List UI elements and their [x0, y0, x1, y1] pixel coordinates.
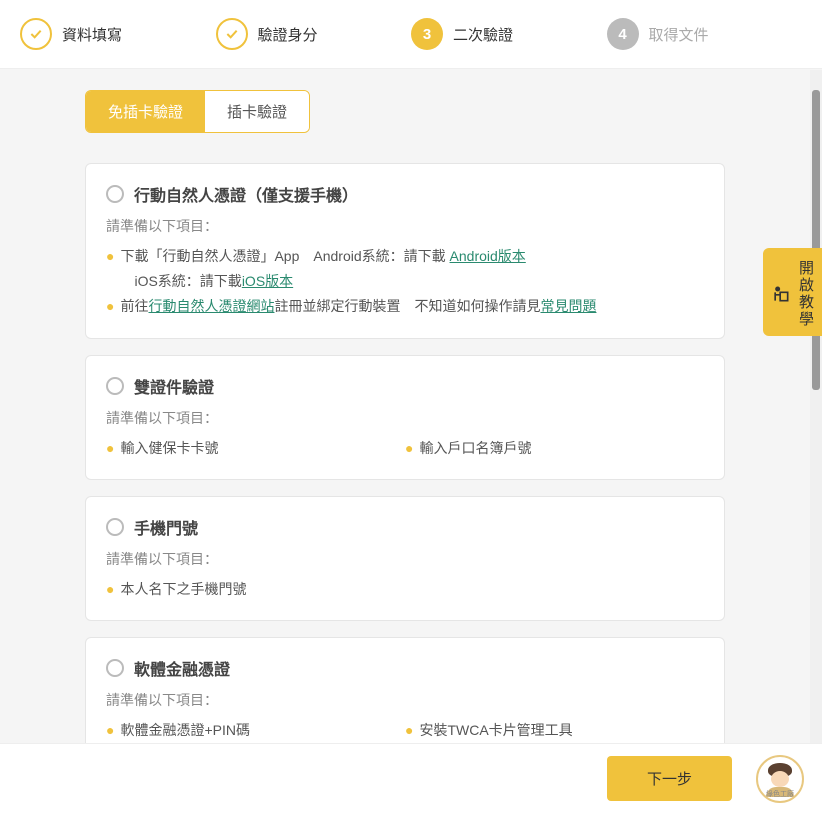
bullet-icon: ● [106, 436, 114, 461]
verify-tabs: 免插卡驗證 插卡驗證 [85, 90, 310, 133]
prepare-label: 請準備以下項目： [106, 549, 704, 569]
step-1: 資料填寫 [20, 18, 216, 50]
prepare-label: 請準備以下項目： [106, 690, 704, 710]
radio-icon[interactable] [106, 377, 124, 395]
assistant-avatar[interactable]: 綠色工廠 [756, 755, 804, 803]
radio-icon[interactable] [106, 185, 124, 203]
step-4-number: 4 [607, 18, 639, 50]
step-4: 4 取得文件 [607, 18, 803, 50]
bullet-icon: ● [106, 244, 114, 269]
radio-icon[interactable] [106, 518, 124, 536]
footer: 下一步 [0, 743, 822, 813]
scrollbar-thumb[interactable] [812, 90, 820, 390]
bullet-icon: ● [106, 718, 114, 743]
tab-no-card[interactable]: 免插卡驗證 [86, 91, 205, 132]
step-2: 驗證身分 [216, 18, 412, 50]
link-android[interactable]: Android版本 [450, 248, 526, 264]
option-phone[interactable]: 手機門號 請準備以下項目： ●本人名下之手機門號 [85, 496, 725, 621]
step-3-number: 3 [411, 18, 443, 50]
bullet-icon: ● [405, 436, 413, 461]
prepare-label: 請準備以下項目： [106, 408, 704, 428]
check-icon [216, 18, 248, 50]
page-scrollbar[interactable] [810, 70, 822, 743]
link-faq[interactable]: 常見問題 [540, 298, 596, 314]
next-button[interactable]: 下一步 [607, 756, 732, 801]
bullet-icon: ● [405, 718, 413, 743]
step-3-label: 二次驗證 [453, 24, 513, 45]
stepper: 資料填寫 驗證身分 3 二次驗證 4 取得文件 [0, 0, 822, 69]
prepare-label: 請準備以下項目： [106, 216, 704, 236]
step-2-label: 驗證身分 [258, 24, 318, 45]
option-title: 軟體金融憑證 [134, 656, 230, 680]
main-scroll[interactable]: 免插卡驗證 插卡驗證 行動自然人憑證（僅支援手機） 請準備以下項目： ● 下載「… [0, 70, 810, 743]
option-software-cert[interactable]: 軟體金融憑證 請準備以下項目： ●軟體金融憑證+PIN碼 ●安裝TWCA卡片管理… [85, 637, 725, 743]
link-ios[interactable]: iOS版本 [242, 273, 293, 289]
check-icon [20, 18, 52, 50]
tab-card[interactable]: 插卡驗證 [205, 91, 309, 132]
step-1-label: 資料填寫 [62, 24, 122, 45]
teacher-icon [771, 284, 791, 304]
tutorial-side-tab[interactable]: 開啟教學 [763, 248, 822, 336]
step-3: 3 二次驗證 [411, 18, 607, 50]
option-title: 行動自然人憑證（僅支援手機） [134, 182, 358, 206]
radio-icon[interactable] [106, 659, 124, 677]
option-title: 雙證件驗證 [134, 374, 214, 398]
link-cert-site[interactable]: 行動自然人憑證網站 [148, 298, 274, 314]
step-4-label: 取得文件 [649, 24, 709, 45]
option-dual-id[interactable]: 雙證件驗證 請準備以下項目： ●輸入健保卡卡號 ●輸入戶口名簿戶號 [85, 355, 725, 480]
bullet-icon: ● [106, 577, 114, 602]
option-title: 手機門號 [134, 515, 198, 539]
bullet-icon: ● [106, 294, 114, 319]
option-mobile-cert[interactable]: 行動自然人憑證（僅支援手機） 請準備以下項目： ● 下載「行動自然人憑證」App… [85, 163, 725, 339]
